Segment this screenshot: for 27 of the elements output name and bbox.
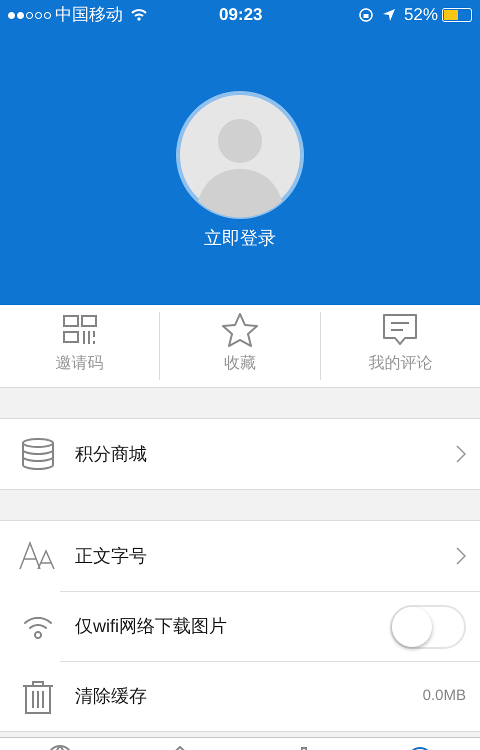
rotation-lock-icon bbox=[358, 7, 374, 23]
toggle-switch[interactable] bbox=[390, 604, 466, 648]
settings-row[interactable]: 仅wifi网络下载图片 bbox=[60, 591, 480, 661]
cache-size: 0.0MB bbox=[422, 686, 466, 706]
row-label: 正文字号 bbox=[75, 544, 147, 568]
row-label: 清除缓存 bbox=[75, 685, 147, 708]
settings-row[interactable]: 正文字号 bbox=[0, 521, 480, 591]
battery-percent: 52% bbox=[404, 4, 438, 26]
row-label: 积分商城 bbox=[75, 442, 147, 466]
chevron-right-icon bbox=[456, 547, 466, 565]
location-arrow-icon bbox=[382, 8, 396, 22]
wifi-icon bbox=[131, 9, 147, 21]
row-label: 仅wifi网络下载图片 bbox=[75, 615, 227, 638]
settings-row[interactable]: 积分商城 bbox=[0, 419, 480, 489]
avatar[interactable] bbox=[176, 91, 304, 219]
star-icon bbox=[220, 312, 259, 348]
font-size-icon bbox=[18, 541, 58, 571]
carrier-name: 中国移动 bbox=[55, 4, 123, 26]
clock: 09:23 bbox=[219, 4, 262, 26]
battery-icon bbox=[442, 8, 472, 22]
chevron-right-icon bbox=[456, 445, 466, 463]
database-icon bbox=[20, 437, 54, 471]
comment-icon bbox=[381, 312, 420, 348]
trash-icon bbox=[20, 678, 54, 714]
signal-icon bbox=[8, 12, 51, 18]
login-button[interactable]: 立即登录 bbox=[204, 225, 276, 252]
settings-row[interactable]: 清除缓存 0.0MB bbox=[60, 661, 480, 731]
